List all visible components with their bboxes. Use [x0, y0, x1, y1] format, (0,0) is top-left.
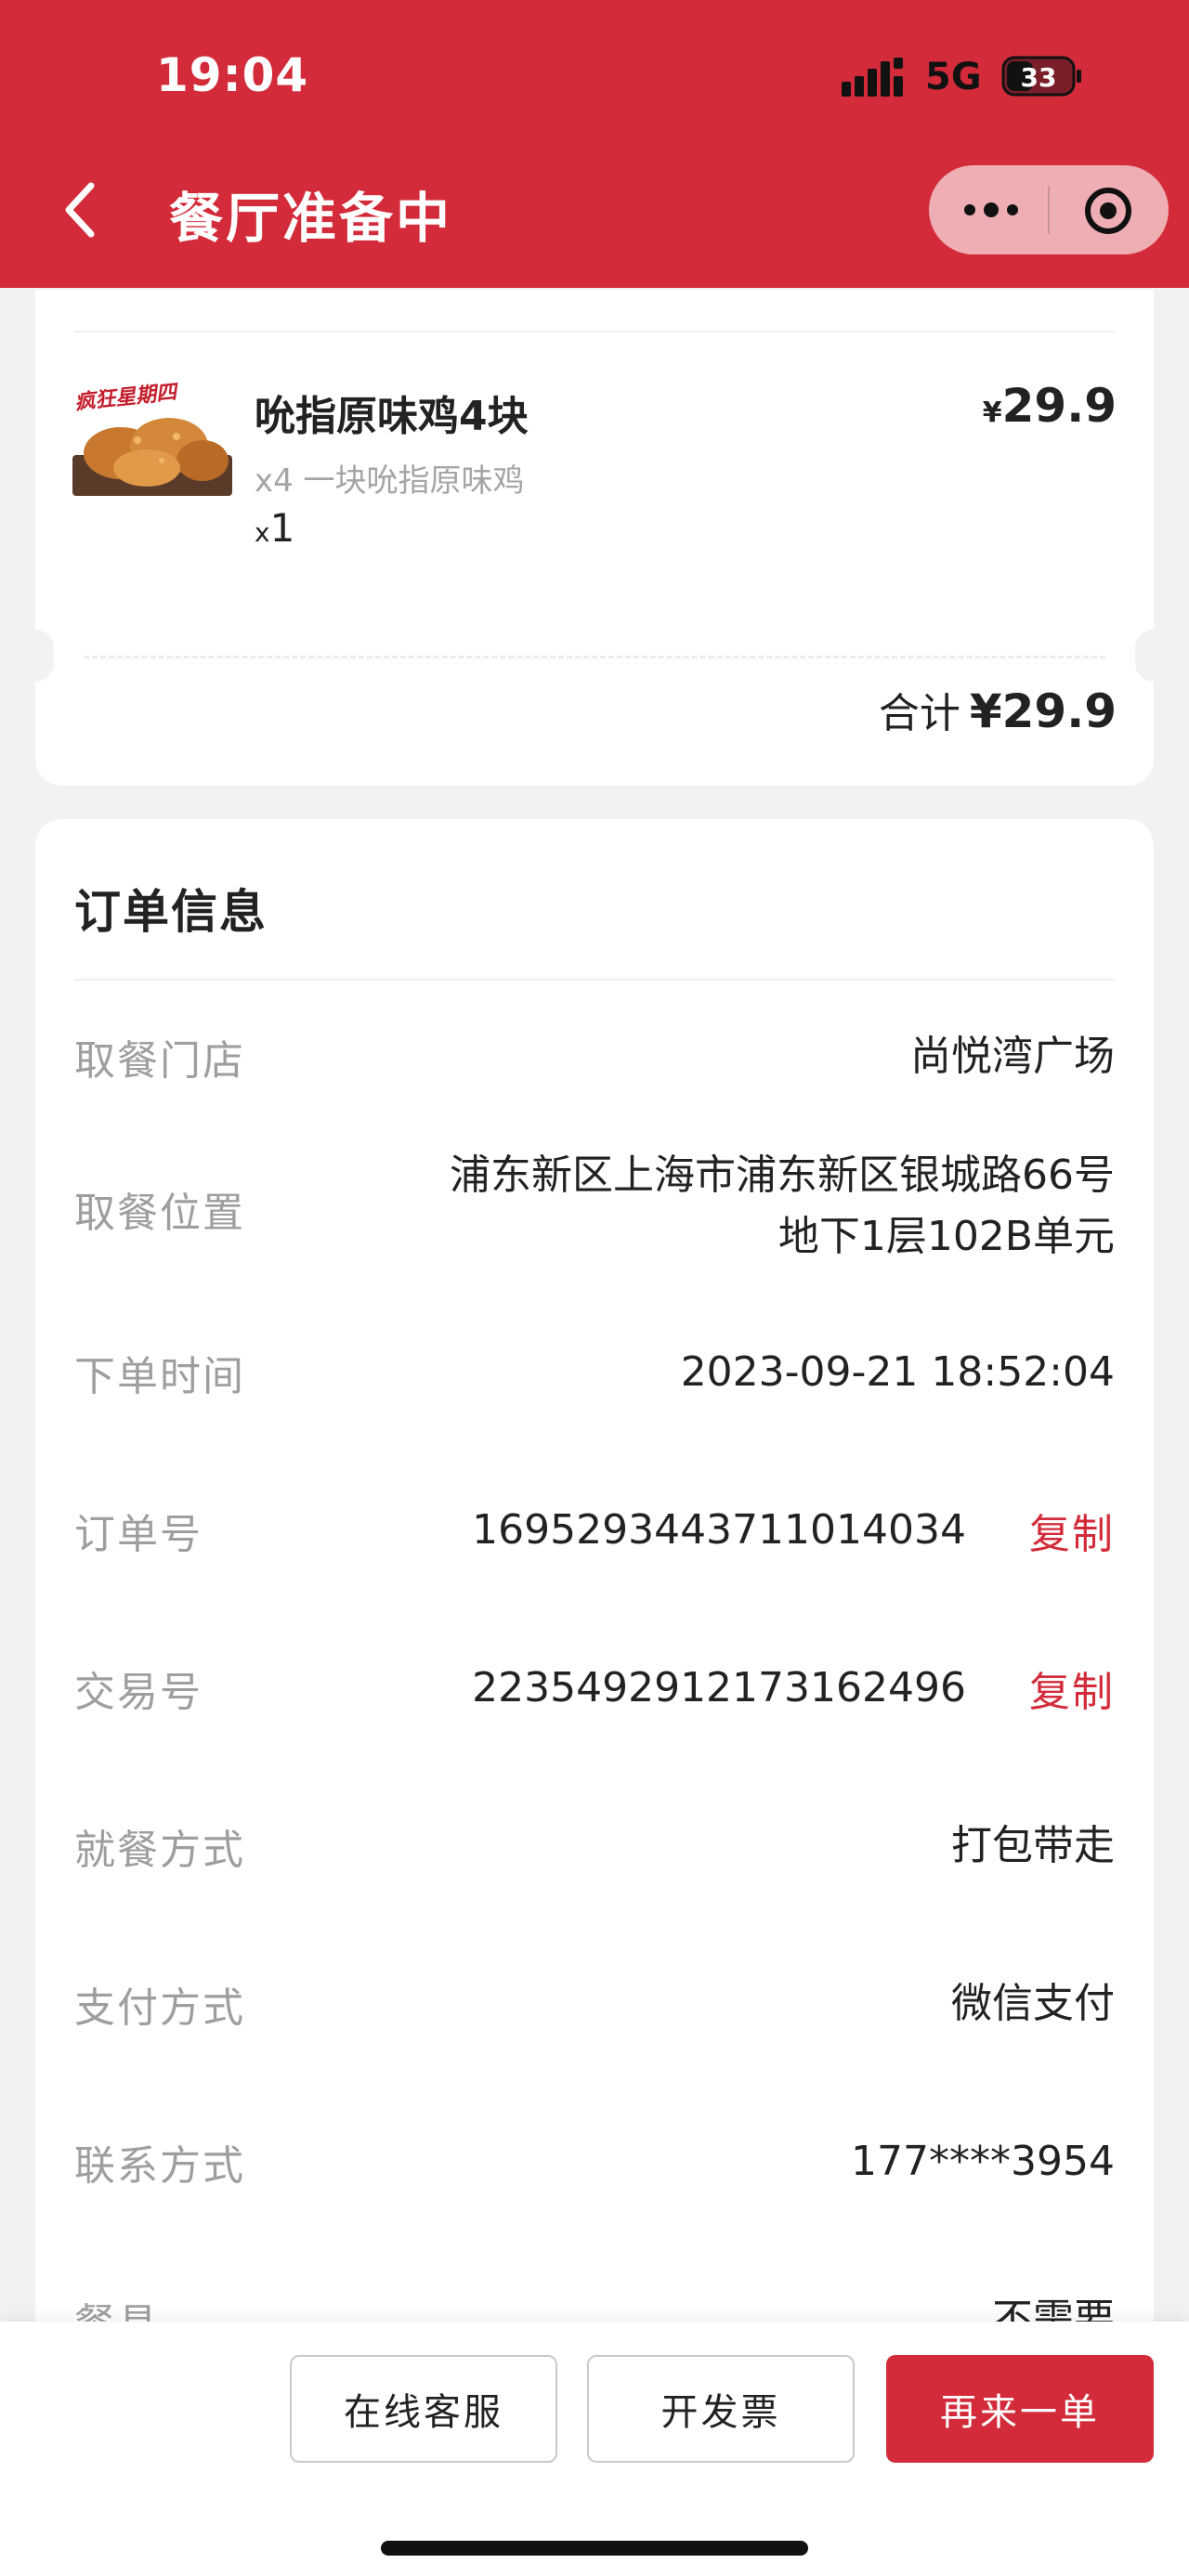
info-row-trade-number: 交易号 2235492912173162496 复制 [74, 1659, 1115, 1718]
info-label: 支付方式 [74, 1984, 245, 2032]
battery-icon: 33 [1001, 56, 1081, 97]
more-icon[interactable] [962, 193, 1020, 227]
copy-trade-number-button[interactable]: 复制 [1029, 1659, 1115, 1718]
online-service-button[interactable]: 在线客服 [290, 2355, 557, 2463]
price-currency: ¥ [982, 397, 1002, 429]
network-label: 5G [925, 56, 982, 98]
info-row-payment-method: 支付方式 微信支付 [74, 1974, 1115, 2034]
signal-icon [842, 58, 903, 97]
info-value-line1: 浦东新区上海市浦东新区银城路66号 [450, 1151, 1115, 1199]
divider [74, 331, 1115, 332]
order-total: 合计 ¥29.9 [879, 680, 1117, 739]
info-label: 交易号 [74, 1669, 203, 1716]
product-name: 吮指原味鸡4块 [255, 393, 529, 440]
info-label: 取餐位置 [74, 1190, 245, 1237]
order-info-card: 订单信息 取餐门店 尚悦湾广场 取餐位置 浦东新区上海市浦东新区银城路66号 地… [35, 819, 1154, 2348]
total-label: 合计 [878, 690, 960, 737]
price-value: 29.9 [1001, 379, 1117, 433]
info-value: 2023-09-21 18:52:04 [680, 1348, 1115, 1396]
product-quantity: x1 [255, 505, 294, 551]
info-value: 177****3954 [851, 2138, 1115, 2185]
info-row-contact: 联系方式 177****3954 [74, 2132, 1115, 2192]
info-label: 联系方式 [74, 2142, 245, 2190]
product-description: x4 一块吮指原味鸡 [255, 462, 525, 500]
bottom-action-bar: 在线客服 开发票 再来一单 [0, 2322, 1189, 2576]
svg-text:33: 33 [1021, 62, 1057, 93]
info-row-order-number: 订单号 1695293443711014034 复制 [74, 1501, 1115, 1560]
home-indicator [381, 2541, 808, 2556]
info-row-location: 取餐位置 浦东新区上海市浦东新区银城路66号 地下1层102B单元 [74, 1146, 1115, 1276]
info-row-order-time: 下单时间 2023-09-21 18:52:04 [74, 1343, 1115, 1402]
info-value: 尚悦湾广场 [910, 1033, 1115, 1080]
info-row-dining-method: 就餐方式 打包带走 [74, 1816, 1115, 1876]
info-label: 取餐门店 [74, 1037, 245, 1085]
order-items-card: 疯狂星期四 吮指原味鸡4块 ¥29.9 x4 一块吮指原味鸡 x1 合计 ¥29.… [17, 290, 1172, 786]
reorder-button[interactable]: 再来一单 [886, 2355, 1154, 2463]
invoice-button[interactable]: 开发票 [587, 2355, 855, 2463]
info-value: 微信支付 [951, 1980, 1115, 2027]
section-title: 订单信息 [74, 885, 268, 939]
product-price: ¥29.9 [983, 379, 1117, 433]
mini-program-capsule [929, 165, 1169, 254]
header-bar: 19:04 5G 33 餐厅准备中 [0, 0, 1189, 288]
info-label: 就餐方式 [74, 1827, 245, 1874]
info-label: 订单号 [74, 1511, 203, 1558]
qty-value: 1 [269, 505, 295, 551]
status-time: 19:04 [156, 48, 309, 102]
info-value: 2235492912173162496 [472, 1664, 966, 1711]
info-value-line2: 地下1层102B单元 [777, 1213, 1115, 1260]
info-value: 1695293443711014034 [472, 1506, 966, 1554]
page-title: 餐厅准备中 [169, 187, 453, 250]
info-row-store: 取餐门店 尚悦湾广场 [74, 1027, 1115, 1086]
order-detail-page: 19:04 5G 33 餐厅准备中 疯狂星期四 吮指原味鸡4块 ¥29.9 x4… [0, 0, 1189, 2576]
copy-order-number-button[interactable]: 复制 [1029, 1501, 1115, 1560]
ticket-notch-right [1135, 630, 1172, 682]
close-miniprogram-icon[interactable] [1083, 186, 1133, 236]
total-amount: ¥29.9 [969, 684, 1117, 738]
ticket-notch-left [17, 630, 54, 682]
dashed-divider [84, 656, 1105, 658]
qty-prefix: x [255, 517, 270, 548]
back-arrow-icon[interactable] [58, 176, 110, 243]
capsule-divider [1048, 186, 1050, 234]
info-value: 打包带走 [951, 1822, 1115, 1869]
info-label: 下单时间 [74, 1353, 245, 1400]
divider [74, 979, 1115, 981]
